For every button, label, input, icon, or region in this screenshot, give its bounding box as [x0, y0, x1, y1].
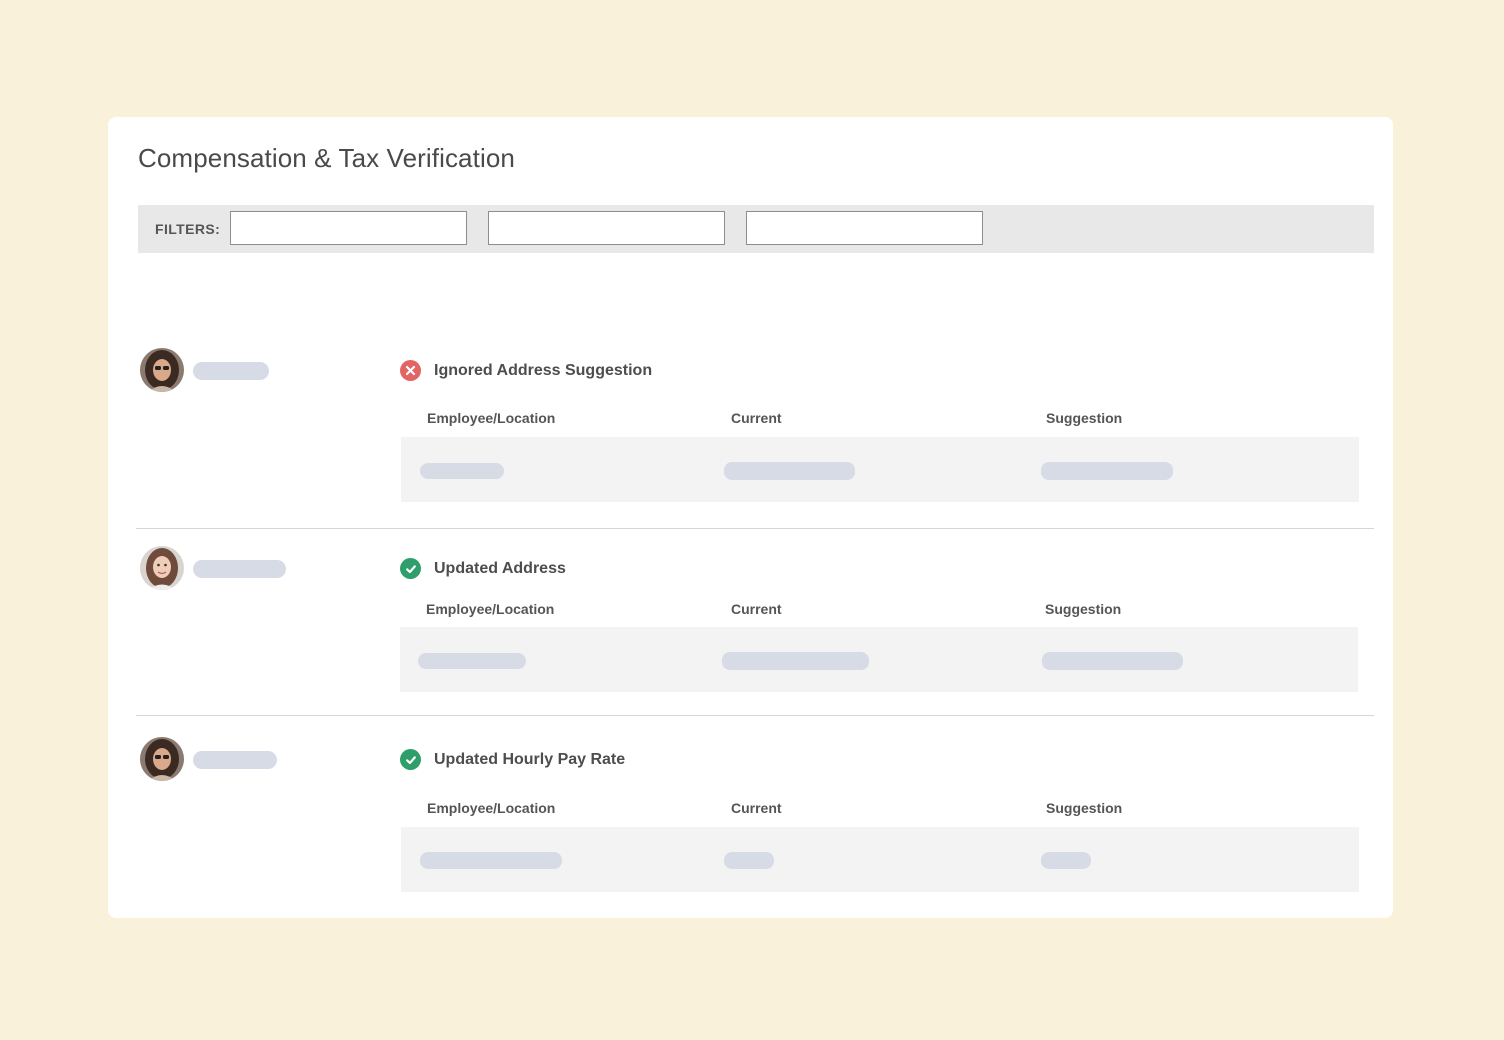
column-header-current: Current [731, 601, 782, 617]
detail-row [400, 627, 1358, 692]
employee-name-placeholder [193, 751, 277, 769]
column-header-suggestion: Suggestion [1046, 800, 1123, 816]
status-text: Updated Address [434, 559, 566, 577]
column-header-employee-location: Employee/Location [427, 800, 556, 816]
column-header-suggestion: Suggestion [1046, 410, 1123, 426]
avatar[interactable] [140, 348, 184, 392]
suggestion-value-placeholder [1041, 462, 1173, 480]
avatar[interactable] [140, 737, 184, 781]
record-row: Updated Address Employee/Location Curren… [136, 528, 1374, 716]
employee-location-placeholder [418, 653, 526, 669]
suggestion-value-placeholder [1042, 652, 1183, 670]
status: Updated Address [400, 558, 566, 579]
filter-input-3[interactable] [746, 211, 983, 245]
status-text: Ignored Address Suggestion [434, 361, 653, 379]
status: Updated Hourly Pay Rate [400, 749, 625, 770]
column-header-employee-location: Employee/Location [426, 601, 555, 617]
current-value-placeholder [724, 462, 855, 480]
check-circle-icon [400, 558, 421, 579]
filter-input-1[interactable] [230, 211, 467, 245]
current-value-placeholder [722, 652, 869, 670]
employee-location-placeholder [420, 852, 562, 869]
verification-card: Compensation & Tax Verification FILTERS:… [108, 117, 1393, 918]
current-value-placeholder [724, 852, 774, 869]
filter-bar: FILTERS: [138, 205, 1374, 253]
page-title: Compensation & Tax Verification [138, 143, 515, 173]
employee-name-placeholder [193, 560, 286, 578]
column-header-employee-location: Employee/Location [427, 410, 556, 426]
employee-name-placeholder [193, 362, 269, 380]
record-row: Ignored Address Suggestion Employee/Loca… [136, 345, 1374, 529]
employee-location-placeholder [420, 463, 504, 479]
detail-row [401, 827, 1359, 892]
status: Ignored Address Suggestion [400, 360, 652, 381]
filters-label: FILTERS: [155, 221, 221, 237]
status-text: Updated Hourly Pay Rate [434, 750, 626, 768]
close-circle-icon [400, 360, 421, 381]
detail-row [401, 437, 1359, 502]
filter-input-2[interactable] [488, 211, 725, 245]
record-row: Updated Hourly Pay Rate Employee/Locatio… [136, 715, 1374, 900]
check-circle-icon [400, 749, 421, 770]
suggestion-value-placeholder [1041, 852, 1091, 869]
column-header-current: Current [731, 800, 782, 816]
avatar[interactable] [140, 546, 184, 590]
column-header-suggestion: Suggestion [1045, 601, 1122, 617]
column-header-current: Current [731, 410, 782, 426]
